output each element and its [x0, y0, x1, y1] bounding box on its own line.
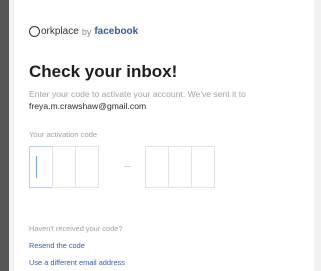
code-digit-input-1[interactable] [29, 146, 53, 188]
code-digit-input-2[interactable] [52, 146, 76, 188]
page: orkplace by facebook Check your inbox! E… [0, 0, 321, 271]
code-separator [124, 166, 131, 167]
instruction-body: Enter your code to activate your account… [29, 89, 246, 99]
workplace-logo-icon [29, 26, 40, 37]
activation-card: orkplace by facebook Check your inbox! E… [14, 0, 314, 271]
activation-code-label: Your activation code [29, 130, 98, 139]
logo-by: by [81, 26, 92, 37]
page-title: Check your inbox! [29, 62, 178, 81]
background-edge [0, 0, 9, 271]
code-digit-input-5[interactable] [168, 146, 192, 188]
code-digit-input-6[interactable] [191, 146, 215, 188]
logo-company: facebook [94, 26, 139, 37]
resend-code-link[interactable]: Resend the code [29, 241, 85, 250]
different-email-link[interactable]: Use a different email address [29, 258, 125, 267]
code-digit-input-4[interactable] [145, 146, 169, 188]
workplace-logo: orkplace by facebook [29, 26, 138, 37]
logo-word: orkplace [41, 26, 79, 37]
no-code-question: Haven't received your code? [29, 224, 123, 233]
code-digit-input-3[interactable] [75, 146, 99, 188]
recipient-email: freya.m.crawshaw@gmail.com [29, 100, 147, 111]
instruction-text: Enter your code to activate your account… [29, 89, 314, 112]
